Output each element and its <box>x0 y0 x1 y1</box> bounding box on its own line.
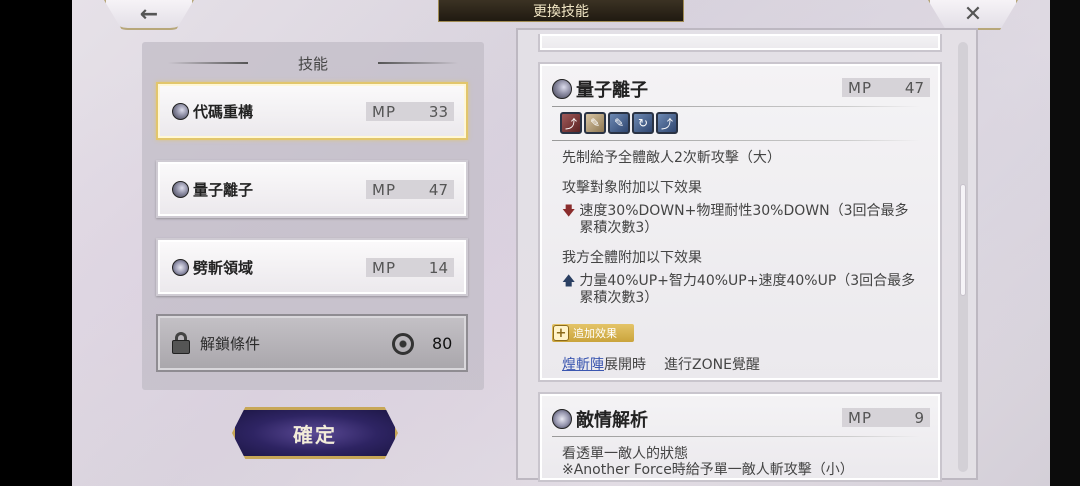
star-burst-icon <box>172 258 189 276</box>
detail-skill-name: 敵情解析 <box>576 410 648 431</box>
skill-name: 代碼重構 <box>193 102 254 121</box>
detail-header: 量子離子 <box>552 76 648 102</box>
mp-cost: MP 47 <box>366 180 454 199</box>
skill-detail-enemy-analysis: 敵情解析 MP 9 看透單一敵人的狀態 ※Another Force時給予單一敵… <box>538 392 942 482</box>
up-arrow-icon: 🡅 <box>562 274 576 289</box>
star-burst-icon <box>552 409 572 429</box>
lock-icon <box>170 331 192 355</box>
scrollbar-thumb[interactable] <box>960 184 966 296</box>
spiral-icon <box>392 333 414 355</box>
skill-name: 劈斬領域 <box>193 258 254 277</box>
previous-detail-card <box>538 34 942 52</box>
mp-cost: MP 33 <box>366 102 454 121</box>
skill-card-quantum-ion[interactable]: 量子離子 MP 47 <box>156 160 468 218</box>
header-ornament-right <box>378 62 458 64</box>
quantum-icon <box>172 102 189 120</box>
bonus-condition-suffix: 展開時 <box>604 357 646 373</box>
divider <box>552 436 920 437</box>
skill-description: 看透單一敵人的狀態 <box>562 446 688 462</box>
skill-detail-quantum-ion: 量子離子 MP 47 ⤴ ✎ ✎ ↻ ⤴ 先制給予全體敵人2次斬攻擊（大） 攻擊… <box>538 62 942 382</box>
unlock-condition-card[interactable]: 解鎖條件 80 <box>156 314 468 372</box>
skill-card-code-refactor[interactable]: 代碼重構 MP 33 <box>156 82 468 140</box>
slash-attribute-icon: ⤴ <box>560 112 582 134</box>
enemy-effect-text: 速度30%DOWN+物理耐性30%DOWN（3回合最多累積次數3） <box>579 203 909 236</box>
unlock-label: 解鎖條件 <box>200 334 261 353</box>
divider <box>552 106 920 107</box>
pen-attribute-icon: ✎ <box>608 112 630 134</box>
skill-name: 量子離子 <box>193 180 254 199</box>
down-arrow-icon: 🡇 <box>562 204 576 219</box>
bonus-effect-line: 煌斬陣 展開時 進行ZONE覺醒 <box>562 354 760 374</box>
skill-description: 先制給予全體敵人2次斬攻擊（大） <box>562 150 781 166</box>
enemy-effect-header: 攻擊對象附加以下效果 <box>562 180 702 196</box>
plus-icon: + <box>553 325 569 341</box>
confirm-button[interactable]: 確定 <box>232 407 398 459</box>
ally-effect: 🡅 力量40%UP+智力40%UP+速度40%UP（3回合最多累積次數3） <box>562 273 932 307</box>
divider <box>552 140 920 141</box>
unlock-value: 80 <box>432 334 453 353</box>
mp-cost: MP 14 <box>366 258 454 277</box>
screen-title-text: 更換技能 <box>533 3 589 20</box>
bonus-effect-desc: 進行ZONE覺醒 <box>664 357 760 373</box>
skill-description-extra: ※Another Force時給予單一敵人斬攻擊（小） <box>562 462 854 478</box>
rise-attribute-icon: ⤴ <box>656 112 678 134</box>
detail-header: 敵情解析 <box>552 406 648 432</box>
bonus-effect-tag: + 追加效果 <box>552 324 634 342</box>
ally-effect-header: 我方全體附加以下效果 <box>562 250 702 266</box>
ally-effect-text: 力量40%UP+智力40%UP+速度40%UP（3回合最多累積次數3） <box>579 273 916 306</box>
back-arrow-icon: ← <box>139 1 159 27</box>
skill-list-panel: 技能 代碼重構 MP 33 量子離子 MP 47 劈斬領域 MP 14 解鎖條件… <box>142 42 484 390</box>
game-screen: ← 更換技能 ✕ 技能 代碼重構 MP 33 量子離子 MP 47 劈斬領域 M… <box>0 0 1080 486</box>
enemy-effect: 🡇 速度30%DOWN+物理耐性30%DOWN（3回合最多累積次數3） <box>562 203 932 237</box>
quantum-icon <box>552 79 572 99</box>
attribute-icons: ⤴ ✎ ✎ ↻ ⤴ <box>560 112 678 134</box>
detail-mp-cost: MP 9 <box>842 408 930 427</box>
detail-skill-name: 量子離子 <box>576 80 648 101</box>
screen-edge <box>1050 0 1080 486</box>
screen-title: 更換技能 <box>438 0 684 22</box>
bonus-condition-link[interactable]: 煌斬陣 <box>562 354 604 374</box>
skill-card-slash-domain[interactable]: 劈斬領域 MP 14 <box>156 238 468 296</box>
cycle-attribute-icon: ↻ <box>632 112 654 134</box>
quantum-icon <box>172 180 189 198</box>
close-icon: ✕ <box>963 1 983 27</box>
sword-attribute-icon: ✎ <box>584 112 606 134</box>
detail-mp-cost: MP 47 <box>842 78 930 97</box>
